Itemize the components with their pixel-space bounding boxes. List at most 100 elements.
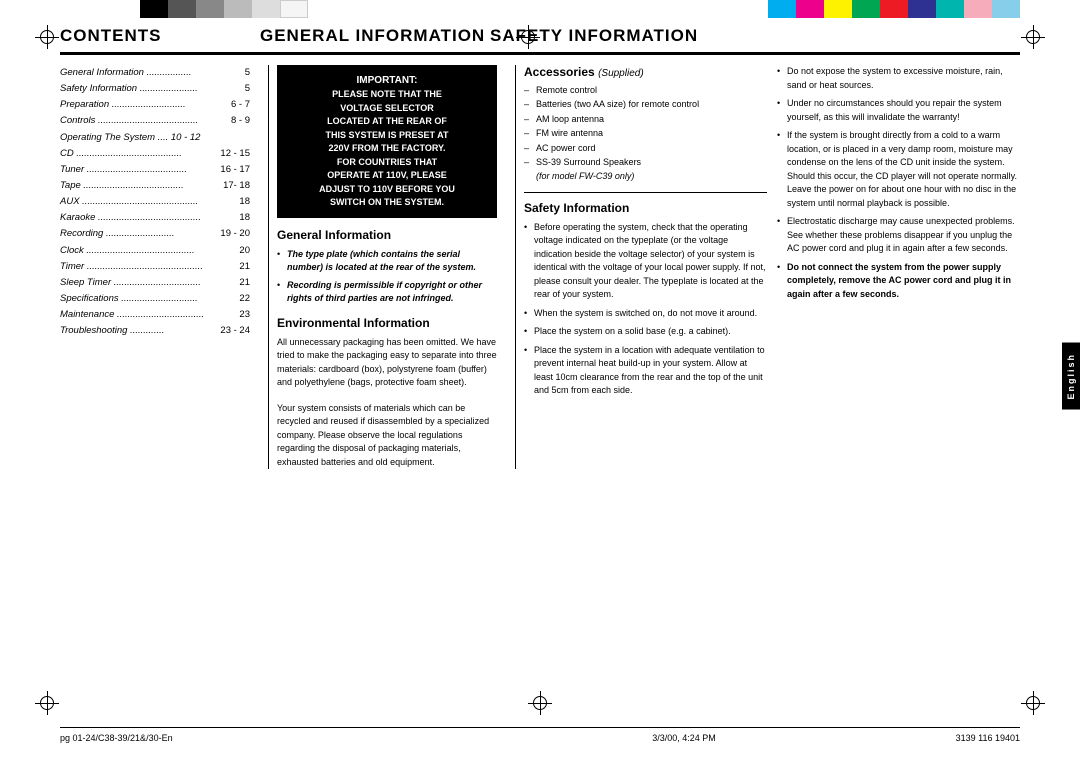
toc-page-tuner: 16 - 17	[220, 162, 250, 178]
important-line1: PLEASE NOTE THAT THE	[287, 88, 487, 102]
toc-label-preparation: Preparation ............................	[60, 97, 186, 113]
safety-sub-right: Do not expose the system to excessive mo…	[777, 65, 1020, 469]
color-swatch-dark	[168, 0, 196, 18]
toc-page-cd: 12 - 15	[220, 146, 250, 162]
crosshair-bot-left	[35, 691, 59, 715]
toc-item: CD .....................................…	[60, 146, 250, 162]
color-swatch-red	[880, 0, 908, 18]
crosshair-top-left	[35, 25, 59, 49]
right-bullet-5: Do not connect the system from the power…	[777, 261, 1020, 302]
safety-info-content: Before operating the system, check that …	[524, 221, 767, 398]
col-general: IMPORTANT: PLEASE NOTE THAT THE VOLTAGE …	[277, 65, 507, 469]
color-swatch-lighter	[252, 0, 280, 18]
toc-item: Sleep Timer ............................…	[60, 275, 250, 291]
toc-page-troubleshooting: 23 - 24	[220, 323, 250, 339]
toc-item: AUX ....................................…	[60, 194, 250, 210]
toc-item: Controls ...............................…	[60, 113, 250, 129]
color-swatch-mid	[196, 0, 224, 18]
color-swatch-light	[224, 0, 252, 18]
toc-label-controls: Controls ...............................…	[60, 113, 198, 129]
right-bullet-1: Do not expose the system to excessive mo…	[777, 65, 1020, 92]
general-info-bullet-1: The type plate (which contains the seria…	[277, 248, 497, 275]
toc-page-recording: 19 - 20	[220, 226, 250, 242]
right-bullet-4: Electrostatic discharge may cause unexpe…	[777, 215, 1020, 256]
accessories-supplied: (Supplied)	[598, 68, 644, 79]
toc-label-tape: Tape ...................................…	[60, 178, 184, 194]
important-line6: FOR COUNTRIES THAT	[287, 156, 487, 170]
toc-item: Safety Information .....................…	[60, 81, 250, 97]
accessory-item-1: Remote control	[524, 83, 767, 97]
toc-item: Tape ...................................…	[60, 178, 250, 194]
color-swatch-teal	[936, 0, 964, 18]
header-general: GENERAL INFORMATION	[260, 26, 490, 46]
safety-bullet-2: When the system is switched on, do not m…	[524, 307, 767, 321]
main-content: CONTENTS GENERAL INFORMATION SAFETY INFO…	[0, 18, 1080, 469]
toc-label-cd: CD .....................................…	[60, 146, 182, 162]
accessory-item-3: AM loop antenna	[524, 112, 767, 126]
toc-page-sleep-timer: 21	[239, 275, 250, 291]
general-info-title: General Information	[277, 228, 497, 242]
accessory-item-4: FM wire antenna	[524, 126, 767, 140]
important-line2: VOLTAGE SELECTOR	[287, 102, 487, 116]
toc-item: Clock ..................................…	[60, 243, 250, 259]
toc-item: Troubleshooting ............. 23 - 24	[60, 323, 250, 339]
header-safety: SAFETY INFORMATION	[490, 26, 1020, 46]
toc-item: Maintenance ............................…	[60, 307, 250, 323]
env-info-content-1: All unnecessary packaging has been omitt…	[277, 336, 497, 390]
divider-2	[515, 65, 516, 469]
toc-page-clock: 20	[239, 243, 250, 259]
right-bullet-2: Under no circumstances should you repair…	[777, 97, 1020, 124]
color-swatch-black	[140, 0, 168, 18]
toc-label-general-info: General Information .................	[60, 65, 191, 81]
toc-label-troubleshooting: Troubleshooting .............	[60, 323, 164, 339]
toc-label-aux: AUX ....................................…	[60, 194, 198, 210]
safety-sub-left: Accessories (Supplied) Remote control Ba…	[524, 65, 767, 469]
important-line4: THIS SYSTEM IS PRESET AT	[287, 129, 487, 143]
crosshair-top-mid	[516, 25, 540, 49]
toc-page-aux: 18	[239, 194, 250, 210]
toc-item: General Information ................. 5	[60, 65, 250, 81]
toc-item: Recording .......................... 19 …	[60, 226, 250, 242]
color-swatch-pink	[964, 0, 992, 18]
accessory-item-2: Batteries (two AA size) for remote contr…	[524, 97, 767, 111]
important-title: IMPORTANT:	[287, 73, 487, 88]
toc-label-clock: Clock ..................................…	[60, 243, 195, 259]
crosshair-top-right	[1021, 25, 1045, 49]
toc-page-safety: 5	[245, 81, 250, 97]
bottom-date: 3/3/00, 4:24 PM	[652, 733, 716, 743]
page: CONTENTS GENERAL INFORMATION SAFETY INFO…	[0, 0, 1080, 763]
col-contents: General Information ................. 5 …	[60, 65, 260, 469]
bottom-left-text: pg 01-24/C38-39/21&/30-En	[60, 733, 173, 743]
col-safety: Accessories (Supplied) Remote control Ba…	[524, 65, 1020, 469]
crosshair-bot-right	[1021, 691, 1045, 715]
safety-bullet-1: Before operating the system, check that …	[524, 221, 767, 302]
divider-1	[268, 65, 269, 469]
accessories-title: Accessories (Supplied)	[524, 65, 767, 79]
toc-label-safety: Safety Information .....................…	[60, 81, 198, 97]
columns: General Information ................. 5 …	[60, 55, 1020, 469]
toc-label-recording: Recording ..........................	[60, 226, 175, 242]
safety-info-title: Safety Information	[524, 201, 767, 215]
toc-label-maintenance: Maintenance ............................…	[60, 307, 204, 323]
header-row: CONTENTS GENERAL INFORMATION SAFETY INFO…	[60, 18, 1020, 55]
general-info-bullet-2: Recording is permissible if copyright or…	[277, 279, 497, 306]
toc-page-karaoke: 18	[239, 210, 250, 226]
color-swatch-sky	[992, 0, 1020, 18]
right-bullet-3: If the system is brought directly from a…	[777, 129, 1020, 210]
general-info-content: The type plate (which contains the seria…	[277, 248, 497, 306]
toc-page-specifications: 22	[239, 291, 250, 307]
color-bar-left	[140, 0, 308, 18]
toc-item: Preparation ............................…	[60, 97, 250, 113]
toc-label-tuner: Tuner ..................................…	[60, 162, 187, 178]
toc-label-karaoke: Karaoke ................................…	[60, 210, 201, 226]
safety-bullet-3: Place the system on a solid base (e.g. a…	[524, 325, 767, 339]
toc-item: Karaoke ................................…	[60, 210, 250, 226]
toc-item: Specifications .........................…	[60, 291, 250, 307]
safety-bullet-4: Place the system in a location with adeq…	[524, 344, 767, 398]
toc-page-general-info: 5	[245, 65, 250, 81]
toc-item: Operating The System .... 10 - 12	[60, 130, 250, 146]
color-swatch-white	[280, 0, 308, 18]
important-line8: ADJUST TO 110V BEFORE YOU	[287, 183, 487, 197]
right-col-content: Do not expose the system to excessive mo…	[777, 65, 1020, 301]
crosshair-bot-mid	[528, 691, 552, 715]
